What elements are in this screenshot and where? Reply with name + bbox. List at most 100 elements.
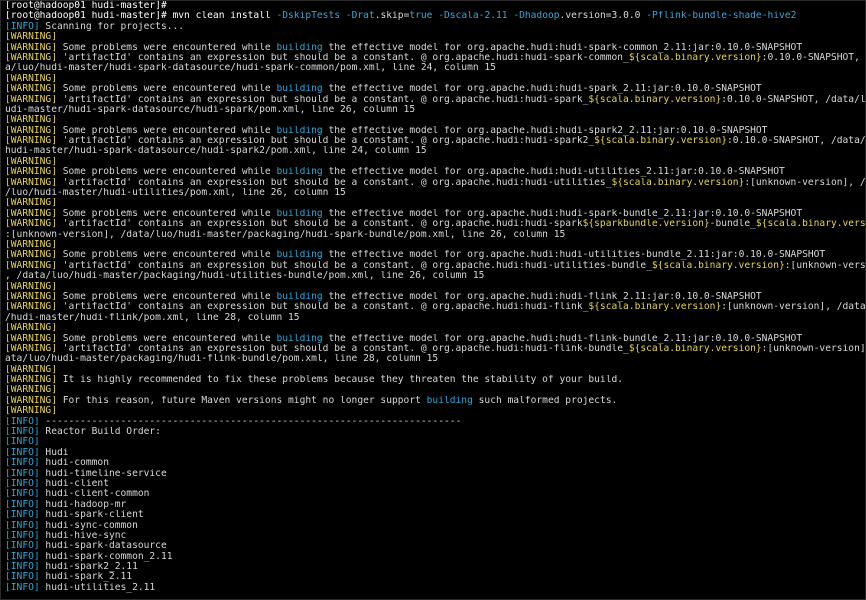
terminal-text-segment: the effective model for org.apache.hudi:… [322, 42, 803, 53]
terminal-text-segment: the effective model for org.apache.hudi:… [322, 167, 785, 178]
terminal-text-segment: Some problems were encountered while [56, 250, 277, 261]
terminal-text-segment: ${scala.binary.version} [611, 177, 745, 188]
terminal-text-segment: 'artifactId' contains an expression but … [56, 177, 612, 188]
terminal-text-segment: :0.10.0-SNAPSHOT, /data/luo/h [721, 94, 865, 105]
terminal-text-segment: .skip= [374, 11, 410, 22]
terminal-text-segment: ${scala.binary.version} [594, 136, 728, 147]
terminal-text-segment: building [276, 208, 323, 219]
terminal-text-segment: hudi-spark-client [39, 510, 144, 521]
terminal-text-segment: [WARNING] [5, 385, 57, 396]
terminal-text-segment: -DskipTests [276, 11, 341, 22]
terminal-text-segment: -Drat [345, 11, 375, 22]
terminal-window[interactable]: [root@hadoop01 hudi-master]# [root@hadoo… [0, 0, 866, 600]
terminal-line: [INFO] hudi-client-common [5, 489, 865, 499]
terminal-text-segment: [WARNING] [5, 156, 57, 167]
terminal-line: [WARNING] 'artifactId' contains an expre… [5, 95, 865, 105]
terminal-line: [WARNING] [5, 74, 865, 84]
terminal-text-segment: [INFO] [5, 478, 40, 489]
terminal-text-segment: -bundle_ [709, 219, 756, 230]
terminal-text-segment: Some problems were encountered while [56, 125, 277, 136]
terminal-text-segment: building [276, 291, 323, 302]
terminal-text-segment: ${scala.binary.version} [588, 302, 722, 313]
terminal-text-segment: , /data/luo/hudi-master/packaging/hudi-u… [5, 271, 485, 282]
terminal-text-segment: [INFO] [5, 510, 40, 521]
terminal-line: [WARNING] [5, 406, 865, 416]
terminal-text-segment: [WARNING] [5, 323, 57, 334]
terminal-text-segment: [WARNING] [5, 281, 57, 292]
terminal-text-segment: :[unknown-version], /data/luo/hudi-maste… [5, 229, 566, 240]
terminal-text-segment: Hudi [39, 447, 69, 458]
terminal-text-segment: -Dhadoop [513, 11, 560, 22]
terminal-text-segment: udi-master/hudi-spark-datasource/hudi-sp… [5, 104, 416, 115]
terminal-text-segment: [WARNING] [5, 125, 57, 136]
terminal-line: [WARNING] 'artifactId' contains an expre… [5, 136, 865, 146]
terminal-text-segment: [INFO] [5, 530, 40, 541]
terminal-text-segment: hudi-sync-common [39, 520, 138, 531]
terminal-text-segment: :0.10.0-SNAPSHOT, /dat [761, 52, 860, 63]
terminal-text-segment: :[unknown-version], /d [761, 343, 865, 354]
terminal-line: [WARNING] Some problems were encountered… [5, 84, 865, 94]
terminal-line: udi-master/hudi-spark-datasource/hudi-sp… [5, 105, 865, 115]
terminal-text-segment: [WARNING] [5, 260, 57, 271]
terminal-text-segment: ${scala.binary.version} [588, 94, 722, 105]
terminal-text-segment: 'artifactId' contains an expression but … [56, 94, 589, 105]
terminal-text-segment: building [276, 250, 323, 261]
terminal-text-segment: [INFO] [5, 562, 40, 573]
terminal-line: [WARNING] Some problems were encountered… [5, 250, 865, 260]
terminal-line: [WARNING] 'artifactId' contains an expre… [5, 53, 865, 63]
terminal-text-segment: ${scala.binary.version} [651, 260, 785, 271]
terminal-text-segment: [WARNING] [5, 136, 57, 147]
terminal-line: [WARNING] [5, 32, 865, 42]
terminal-text-segment: [WARNING] [5, 115, 57, 126]
terminal-text-segment: [WARNING] [5, 364, 57, 375]
terminal-text-segment: ${sparkbundle.version} [582, 219, 710, 230]
terminal-line: [WARNING] Some problems were encountered… [5, 43, 865, 53]
terminal-text-segment: true [409, 11, 433, 22]
terminal-text-segment: hudi-client [39, 478, 109, 489]
terminal-text-segment: 'artifactId' contains an expression but … [56, 219, 583, 230]
terminal-text-segment: Scanning for projects... [39, 21, 185, 32]
terminal-line: [WARNING] 'artifactId' contains an expre… [5, 302, 865, 312]
terminal-line: [INFO] hudi-spark-common_2.11 [5, 552, 865, 562]
terminal-text-segment: hudi-hive-sync [39, 530, 127, 541]
terminal-text-segment: [WARNING] [5, 32, 57, 43]
terminal-text-segment: building [276, 125, 323, 136]
terminal-text-segment: the effective model for org.apache.hudi:… [322, 125, 768, 136]
terminal-line: [INFO] hudi-utilities_2.11 [5, 583, 865, 593]
terminal-line: a/luo/hudi-master/hudi-spark-datasource/… [5, 63, 865, 73]
terminal-text-segment: [WARNING] [5, 333, 57, 344]
terminal-text-segment: [INFO] [5, 541, 40, 552]
terminal-text-segment: hudi-spark2_2.11 [39, 562, 138, 573]
terminal-text-segment: Some problems were encountered while [56, 333, 277, 344]
terminal-text-segment: a/luo/hudi-master/hudi-spark-datasource/… [5, 63, 496, 74]
terminal-line: , /data/luo/hudi-master/packaging/hudi-u… [5, 271, 865, 281]
terminal-text-segment: 'artifactId' contains an expression but … [56, 52, 629, 63]
terminal-text-segment: /luo/hudi-master/hudi-utilities/pom.xml,… [5, 188, 346, 199]
terminal-text-segment: [WARNING] [5, 219, 57, 230]
terminal-text-segment: [INFO] [5, 520, 40, 531]
terminal-text-segment: [INFO] [5, 582, 40, 593]
terminal-line: [WARNING] [5, 115, 865, 125]
terminal-text-segment: [WARNING] [5, 177, 57, 188]
terminal-line: [WARNING] [5, 365, 865, 375]
terminal-text-segment: /hudi-master/hudi-flink/pom.xml, line 28… [5, 312, 300, 323]
terminal-text-segment: [WARNING] [5, 94, 57, 105]
terminal-line: [WARNING] Some problems were encountered… [5, 209, 865, 219]
terminal-line: [INFO] Hudi [5, 448, 865, 458]
terminal-text-segment: the effective model for org.apache.hudi:… [322, 250, 826, 261]
terminal-line: [WARNING] 'artifactId' contains an expre… [5, 261, 865, 271]
terminal-line: [INFO] hudi-client [5, 479, 865, 489]
terminal-text-segment: [WARNING] [5, 375, 57, 386]
terminal-text-segment: :[unknown-version], /data/luo [721, 302, 865, 313]
terminal-text-segment: :[unknown-version], /data [744, 177, 865, 188]
terminal-text-segment: [WARNING] [5, 250, 57, 261]
terminal-line: :[unknown-version], /data/luo/hudi-maste… [5, 230, 865, 240]
terminal-line: [INFO] hudi-spark2_2.11 [5, 562, 865, 572]
terminal-text-segment: the effective model for org.apache.hudi:… [322, 208, 803, 219]
terminal-line: [INFO] hudi-hadoop-mr [5, 500, 865, 510]
terminal-text-segment: hudi-spark-common_2.11 [39, 551, 173, 562]
terminal-text-segment: 'artifactId' contains an expression but … [56, 260, 652, 271]
terminal-line: [INFO] hudi-spark-client [5, 510, 865, 520]
terminal-line: [WARNING] Some problems were encountered… [5, 167, 865, 177]
terminal-text-segment: [WARNING] [5, 343, 57, 354]
